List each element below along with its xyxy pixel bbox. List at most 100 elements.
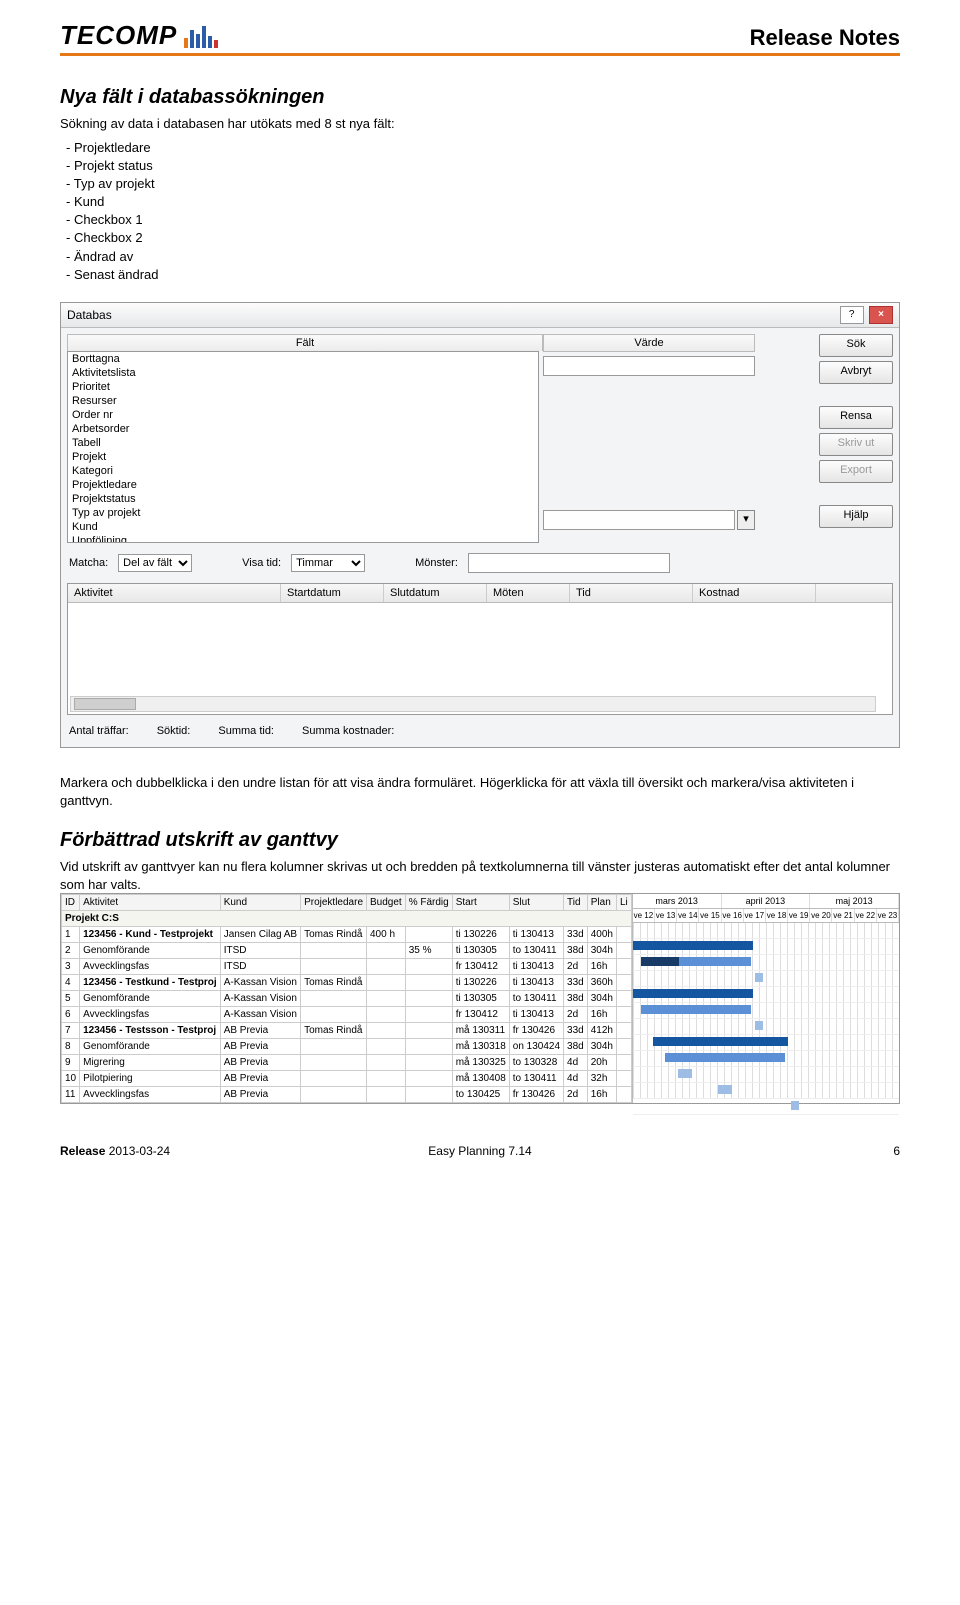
gantt-col: Kund [220,895,300,911]
print-button[interactable]: Skriv ut [819,433,893,456]
monster-label: Mönster: [415,557,458,569]
window-title: Databas [67,308,112,322]
page-number: 6 [620,1144,900,1158]
field-item[interactable]: Arbetsorder [68,422,538,436]
field-item[interactable]: Kund [68,520,538,534]
field-item[interactable]: Resurser [68,394,538,408]
brand-logo: TECOMP [60,20,220,51]
gantt-col: Aktivitet [80,895,221,911]
table-row: 9MigreringAB Previamå 130325to 1303284d2… [62,1055,632,1071]
status-bar: Antal träffar: Söktid: Summa tid: Summa … [67,721,893,741]
table-row: 7123456 - Testsson - TestprojAB PreviaTo… [62,1023,632,1039]
table-row: 2GenomförandeITSD35 %ti 130305to 1304113… [62,943,632,959]
gantt-col: Projektledare [301,895,367,911]
window-titlebar: Databas ? × [61,303,899,328]
gantt-col: Budget [367,895,406,911]
paragraph-2: Markera och dubbelklicka i den undre lis… [60,774,900,809]
release-date: 2013-03-24 [109,1144,170,1158]
table-row: 5GenomförandeA-Kassan Visionti 130305to … [62,991,632,1007]
section2-heading: Förbättrad utskrift av ganttvy [60,829,900,852]
export-button[interactable]: Export [819,460,893,483]
list-item: Senast ändrad [66,266,900,284]
table-row: 8GenomförandeAB Previamå 130318on 130424… [62,1039,632,1055]
filter-row: Matcha: Del av fält Visa tid: Timmar Mön… [67,547,893,579]
list-item: Projekt status [66,157,900,175]
field-item[interactable]: Kategori [68,464,538,478]
gantt-chart: IDAktivitetKundProjektledareBudget% Färd… [60,893,900,1104]
grid-col: Kostnad [693,584,816,602]
cancel-button[interactable]: Avbryt [819,361,893,384]
field-item[interactable]: Order nr [68,408,538,422]
field-item[interactable]: Uppföljning [68,534,538,543]
logo-chart-icon [184,24,220,48]
gantt-col: Tid [564,895,588,911]
table-row: 10PilotpieringAB Previamå 130408to 13041… [62,1071,632,1087]
grid-col: Startdatum [281,584,384,602]
status-hits: Antal träffar: [69,725,129,737]
visatid-select[interactable]: Timmar [291,554,365,572]
help-button[interactable]: Hjälp [819,505,893,528]
field-item[interactable]: Borttagna [68,352,538,366]
close-icon[interactable]: × [869,306,893,324]
field-item[interactable]: Typ av projekt [68,506,538,520]
button-column: Sök Avbryt Rensa Skriv ut Export Hjälp [819,334,893,543]
field-item[interactable]: Projektledare [68,478,538,492]
doc-title: Release Notes [750,25,900,51]
field-item[interactable]: Tabell [68,436,538,450]
gantt-col: % Färdig [405,895,452,911]
section2-body: Vid utskrift av ganttvyer kan nu flera k… [60,858,900,893]
gantt-col: Plan [587,895,616,911]
table-row: 1123456 - Kund - TestprojektJansen Cilag… [62,927,632,943]
fields-list: ProjektledareProjekt statusTyp av projek… [66,139,900,285]
grid-col: Slutdatum [384,584,487,602]
list-item: Checkbox 2 [66,229,900,247]
gantt-col: Slut [509,895,563,911]
status-time: Söktid: [157,725,191,737]
table-row: 3AvvecklingsfasITSDfr 130412ti 1304132d1… [62,959,632,975]
release-label: Release [60,1144,105,1158]
matcha-label: Matcha: [69,557,108,569]
status-sumtime: Summa tid: [218,725,274,737]
matcha-select[interactable]: Del av fält [118,554,192,572]
page-header: TECOMP Release Notes [60,20,900,56]
gantt-col: ID [62,895,80,911]
gantt-col: Li [616,895,631,911]
product-name: Easy Planning 7.14 [340,1144,620,1158]
grid-col: Aktivitet [68,584,281,602]
varde-header: Värde [543,334,755,352]
window-controls: ? × [838,306,893,324]
field-item[interactable]: Projekt [68,450,538,464]
scrollbar[interactable] [70,696,876,712]
monster-input[interactable] [468,553,670,573]
gantt-col: Start [452,895,509,911]
section1-heading: Nya fält i databassökningen [60,86,900,109]
page-footer: Release 2013-03-24 Easy Planning 7.14 6 [60,1144,900,1158]
list-item: Typ av projekt [66,175,900,193]
list-item: Projektledare [66,139,900,157]
chevron-down-icon[interactable]: ▾ [737,510,755,530]
grid-col: Möten [487,584,570,602]
search-button[interactable]: Sök [819,334,893,357]
field-item[interactable]: Projektstatus [68,492,538,506]
visatid-label: Visa tid: [242,557,281,569]
gantt-table: IDAktivitetKundProjektledareBudget% Färd… [61,894,632,1103]
value-combo[interactable] [543,510,735,530]
table-row: 4123456 - Testkund - TestprojA-Kassan Vi… [62,975,632,991]
section1-intro: Sökning av data i databasen har utökats … [60,115,900,133]
value-input[interactable] [543,356,755,376]
list-item: Ändrad av [66,248,900,266]
database-window: Databas ? × Fält BorttagnaAktivitetslist… [60,302,900,748]
table-row: 6AvvecklingsfasA-Kassan Visionfr 130412t… [62,1007,632,1023]
field-item[interactable]: Prioritet [68,380,538,394]
list-item: Checkbox 1 [66,211,900,229]
grid-col: Tid [570,584,693,602]
clear-button[interactable]: Rensa [819,406,893,429]
status-sumcost: Summa kostnader: [302,725,394,737]
brand-text: TECOMP [60,20,177,51]
result-grid[interactable]: AktivitetStartdatumSlutdatumMötenTidKost… [67,583,893,715]
falt-header: Fält [67,334,543,351]
field-item[interactable]: Aktivitetslista [68,366,538,380]
field-list[interactable]: BorttagnaAktivitetslistaPrioritetResurse… [67,351,539,543]
help-icon[interactable]: ? [840,306,864,324]
table-row: 11AvvecklingsfasAB Previato 130425fr 130… [62,1087,632,1103]
